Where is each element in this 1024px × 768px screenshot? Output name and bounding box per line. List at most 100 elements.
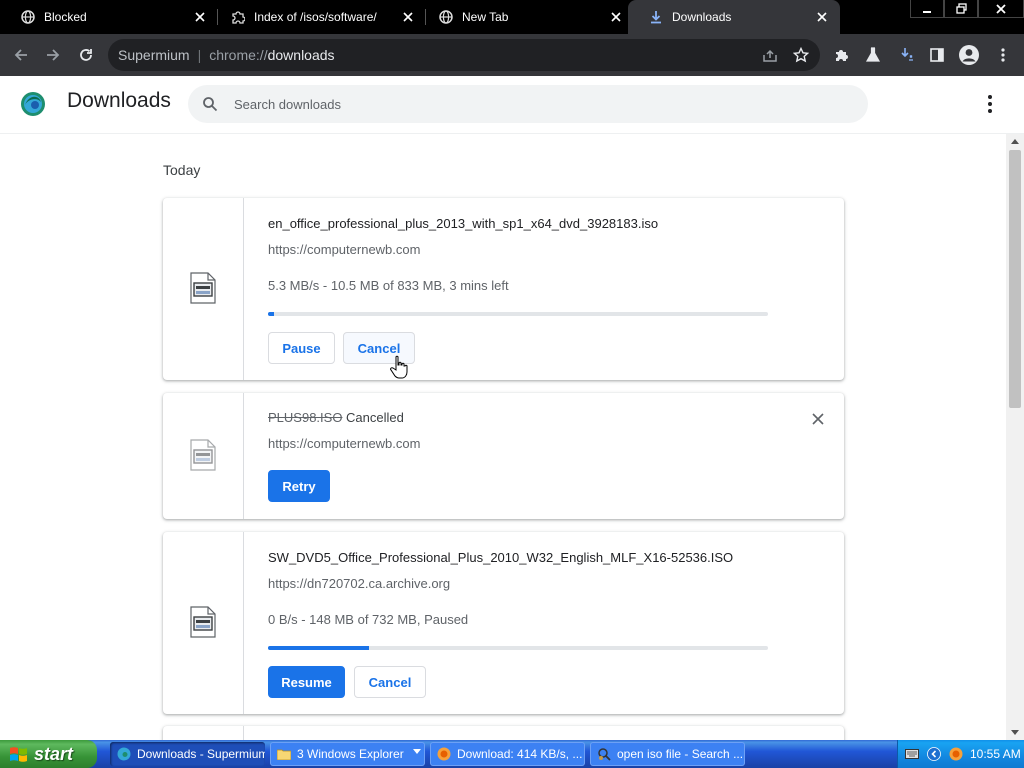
close-tab-icon[interactable] [400,9,416,25]
start-button[interactable]: start [0,740,97,768]
taskbar-item-label: open iso file - Search ... [617,747,744,761]
taskbar-item-search[interactable]: open iso file - Search ... [590,742,745,766]
reload-icon[interactable] [73,42,99,68]
profile-avatar-icon[interactable] [956,42,982,68]
browser-brand: Supermium [118,47,190,63]
iso-file-icon [190,438,216,474]
scrollbar-thumb[interactable] [1009,150,1021,408]
search-input[interactable] [234,96,834,112]
scroll-down-icon[interactable] [1006,726,1024,740]
downloads-indicator-icon[interactable] [894,42,920,68]
keyboard-icon[interactable] [904,746,920,762]
search-companion-icon [596,746,612,762]
more-actions-icon[interactable] [980,94,1000,114]
start-label: start [34,743,74,764]
file-icon-column [163,393,244,519]
download-source-url[interactable]: https://dn720702.ca.archive.org [268,576,450,591]
iso-file-icon [190,271,216,307]
download-filename[interactable]: SW_DVD5_Office_Professional_Plus_2010_W3… [268,550,733,565]
tab-index-of-isos[interactable]: Index of /isos/software/ [210,0,426,34]
download-source-url[interactable]: https://computernewb.com [268,436,420,451]
cancel-button[interactable]: Cancel [354,666,426,698]
close-tab-icon[interactable] [192,9,208,25]
side-panel-icon[interactable] [924,42,950,68]
file-icon-column [163,726,244,740]
url-scheme: chrome:// [209,47,268,63]
restore-icon[interactable] [944,0,978,18]
file-icon-column [163,198,244,380]
supermium-icon [116,746,132,762]
tab-downloads[interactable]: Downloads [628,0,840,34]
supermium-logo-icon [20,91,46,117]
scroll-up-icon[interactable] [1006,134,1024,148]
retry-button[interactable]: Retry [268,470,330,502]
close-window-icon[interactable] [978,0,1024,18]
download-filename: PLUS98.ISO [268,410,343,425]
globe-icon [20,9,36,25]
tab-title: Index of /isos/software/ [254,10,377,24]
download-progress-text: 5.3 MB/s - 10.5 MB of 833 MB, 3 mins lef… [268,278,509,293]
tab-title: Blocked [44,10,87,24]
download-progress-text: 0 B/s - 148 MB of 732 MB, Paused [268,612,469,627]
tab-new-tab[interactable]: New Tab [418,0,634,34]
close-tab-icon[interactable] [608,9,624,25]
share-icon[interactable] [757,42,783,68]
pause-button[interactable]: Pause [268,332,335,364]
download-progress-bar [268,312,768,316]
hand-pointer-cursor-icon [390,355,408,379]
labs-flask-icon[interactable] [860,42,886,68]
globe-icon [438,9,454,25]
download-icon [648,9,664,25]
tab-title: Downloads [672,10,732,24]
extensions-puzzle-icon[interactable] [828,42,854,68]
browser-toolbar: Supermium | chrome:// downloads [0,34,1024,76]
group-dropdown-icon[interactable] [413,749,421,754]
download-filename[interactable]: en_office_professional_plus_2013_with_sp… [268,216,658,231]
window-controls [910,0,1024,20]
taskbar-item-label: Downloads - Supermium [137,747,265,761]
puzzle-icon [230,9,246,25]
taskbar-item-label: Download: 414 KB/s, ... [457,747,583,761]
close-tab-icon[interactable] [814,9,830,25]
download-progress-bar [268,646,768,650]
iso-file-icon [190,605,216,641]
taskbar-clock[interactable]: 10:55 AM [970,747,1021,761]
resume-button[interactable]: Resume [268,666,345,698]
search-bar[interactable] [188,85,868,123]
download-source-url[interactable]: https://computernewb.com [268,242,420,257]
file-icon-column [163,532,244,714]
taskbar-item-download-progress[interactable]: Download: 414 KB/s, ... [430,742,585,766]
windows-taskbar: start Downloads - Supermium 3 Windows Ex… [0,740,1024,768]
download-item: PLUS98.ISO Cancelled https://computernew… [163,393,844,519]
browser-menu-icon[interactable] [990,42,1016,68]
download-item [163,726,844,740]
tab-blocked[interactable]: Blocked [0,0,218,34]
remove-from-list-icon[interactable] [810,411,826,427]
header-divider [0,133,1024,134]
bookmark-star-icon[interactable] [788,42,814,68]
download-item: SW_DVD5_Office_Professional_Plus_2010_W3… [163,532,844,714]
downloads-page: Downloads Today en_office_professional_p… [0,76,1024,740]
download-status: Cancelled [346,410,404,425]
forward-icon[interactable] [40,42,66,68]
windows-flag-icon [8,745,30,763]
back-icon[interactable] [8,42,34,68]
taskbar-item-windows-explorer[interactable]: 3 Windows Explorer [270,742,425,766]
progress-fill [268,312,275,316]
progress-fill [268,646,370,650]
firefox-icon [436,746,452,762]
page-scrollbar[interactable] [1006,134,1024,740]
show-hidden-icons-chevron-icon[interactable] [926,746,942,762]
page-title: Downloads [67,89,171,112]
system-tray: 10:55 AM [897,740,1024,768]
firefox-tray-icon[interactable] [948,746,964,762]
folder-icon [276,746,292,762]
download-item: en_office_professional_plus_2013_with_sp… [163,198,844,380]
minimize-icon[interactable] [910,0,944,18]
taskbar-item-label: 3 Windows Explorer [297,747,404,761]
address-bar[interactable]: Supermium | chrome:// downloads [108,39,820,71]
search-icon [200,94,220,114]
taskbar-item-supermium[interactable]: Downloads - Supermium [110,742,265,766]
address-separator: | [197,47,202,63]
date-heading: Today [163,162,201,178]
